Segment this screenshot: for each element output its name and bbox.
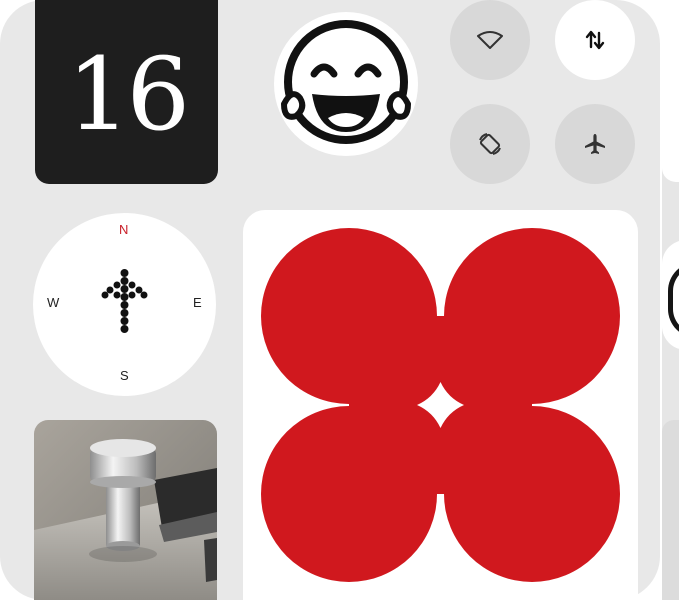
data-transfer-icon: [585, 30, 605, 50]
data-transfer-toggle[interactable]: [555, 0, 635, 80]
wifi-toggle[interactable]: [450, 0, 530, 80]
partial-widget-icon: [662, 240, 679, 350]
four-leaf-clover-shape: [261, 228, 620, 582]
compass-widget[interactable]: N S W E: [33, 213, 216, 396]
date-widget[interactable]: 16: [35, 0, 218, 184]
airplane-mode-icon: [585, 134, 605, 154]
date-day: 16: [66, 36, 190, 153]
auto-rotate-icon: [479, 133, 501, 155]
clover-widget[interactable]: [243, 210, 638, 600]
photo-widget[interactable]: [34, 420, 217, 600]
table-lamp-photo: [34, 420, 217, 600]
airplane-mode-toggle[interactable]: [555, 104, 635, 184]
wifi-icon: [477, 31, 503, 49]
emoji-widget[interactable]: [262, 8, 430, 160]
adjacent-widget-edge: [662, 0, 679, 600]
auto-rotate-toggle[interactable]: [450, 104, 530, 184]
compass-needle-icon: [101, 269, 148, 333]
face-with-tears-of-joy-icon: [274, 12, 418, 156]
